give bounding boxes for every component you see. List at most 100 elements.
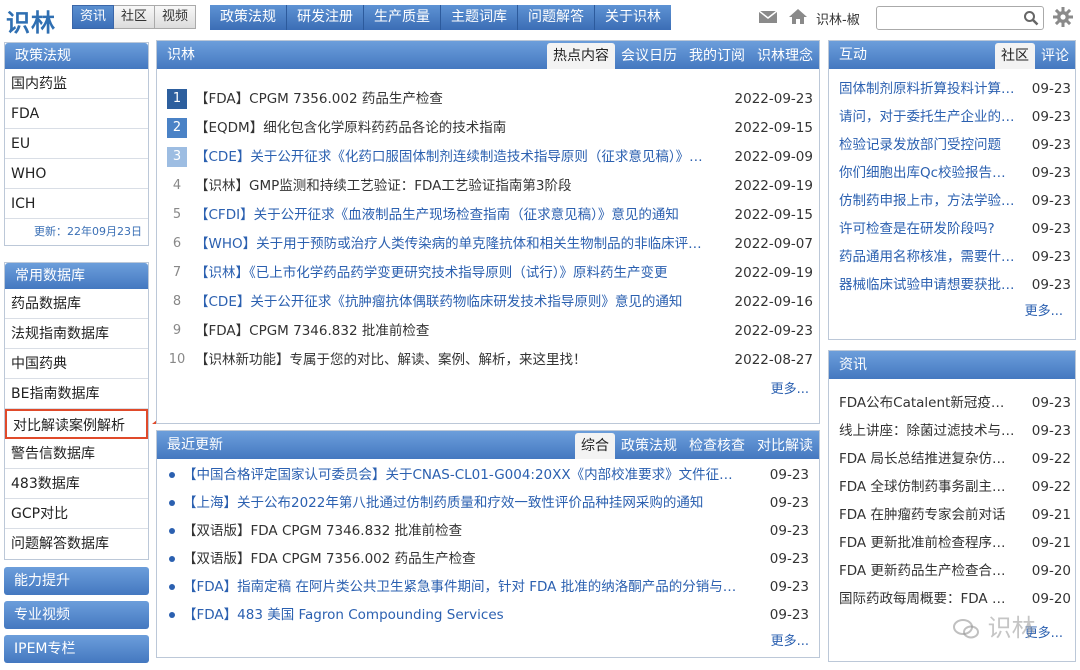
list-item[interactable]: 【FDA】483 美国 Fagron Compounding Services 0… [169, 601, 809, 629]
list-item[interactable]: 【FDA】指南定稿 在阿片类公共卫生紧急事件期间，针对 FDA 批准的纳洛酮产品… [169, 573, 809, 601]
gear-icon[interactable] [1052, 6, 1074, 32]
item-title-link[interactable]: 【中国合格评定国家认可委员会】关于CNAS-CL01-G004:20XX《内部校… [183, 461, 745, 489]
list-item[interactable]: 许可检查是在研发阶段吗? 09-23 [839, 215, 1071, 243]
list-item[interactable]: 5 【CFDI】关于公开征求《血液制品生产现场检查指南（征求意见稿）》意见的通知 2… [167, 201, 813, 229]
tab-subscriptions[interactable]: 我的订阅 [683, 43, 751, 69]
item-title-link[interactable]: 【EQDM】细化包含化学原料药药品各论的技术指南 [195, 114, 715, 142]
item-title-link[interactable]: FDA 局长总结推进复杂仿制药 [839, 445, 1017, 473]
db-item-qa[interactable]: 问题解答数据库 [5, 529, 148, 559]
interact-more-link[interactable]: 更多... [1025, 300, 1063, 319]
item-title-link[interactable]: 仿制药申报上市，方法学验证问题 [839, 187, 1017, 215]
policy-item-domestic[interactable]: 国内药监 [5, 69, 148, 99]
section-tab-news[interactable]: 资讯 [72, 5, 115, 29]
list-item[interactable]: 4 【识林】GMP监测和持续工艺验证：FDA工艺验证指南第3阶段 2022-09-1… [167, 172, 813, 200]
section-tab-video[interactable]: 视频 [155, 5, 197, 29]
policy-item-who[interactable]: WHO [5, 159, 148, 189]
tab-overall[interactable]: 综合 [575, 433, 615, 459]
item-title-link[interactable]: 【WHO】关于用于预防或治疗人类传染病的单克隆抗体和相关生物制品的非临床评价指南 [195, 230, 715, 258]
db-item-be-guidance[interactable]: BE指南数据库 [5, 379, 148, 409]
db-item-pharmacopoeia[interactable]: 中国药典 [5, 349, 148, 379]
item-title-link[interactable]: 【FDA】CPGM 7356.002 药品生产检查 [195, 85, 715, 113]
item-title-link[interactable]: 器械临床试验申请想要获批要多久 [839, 271, 1017, 299]
tab-community[interactable]: 社区 [995, 43, 1035, 69]
list-item[interactable]: 2 【EQDM】细化包含化学原料药药品各论的技术指南 2022-09-15 [167, 114, 813, 142]
nav-thesaurus[interactable]: 主题词库 [441, 5, 518, 30]
item-title-link[interactable]: 【CDE】关于公开征求《抗肿瘤抗体偶联药物临床研发技术指导原则》意见的通知 [195, 288, 715, 316]
recent-more-link[interactable]: 更多... [771, 630, 809, 649]
video-button[interactable]: 专业视频 [4, 601, 149, 629]
list-item[interactable]: 9 【FDA】CPGM 7346.832 批准前检查 2022-09-23 [167, 317, 813, 345]
item-title-link[interactable]: 你们细胞出库Qc校验报告怎么出 [839, 159, 1017, 187]
list-item[interactable]: FDA 全球仿制药事务副主任离任 09-22 [839, 473, 1071, 501]
policy-item-fda[interactable]: FDA [5, 99, 148, 129]
tab-hot[interactable]: 热点内容 [547, 43, 615, 69]
user-name[interactable]: 识林-椒 [816, 9, 860, 28]
list-item[interactable]: FDA 更新批准前检查程序指南 09-21 [839, 529, 1071, 557]
item-title-link[interactable]: FDA 更新药品生产检查合规程序 [839, 557, 1017, 585]
item-title-link[interactable]: FDA 全球仿制药事务副主任离任 [839, 473, 1017, 501]
home-icon[interactable] [788, 8, 808, 29]
section-tab-community[interactable]: 社区 [114, 5, 156, 29]
list-item[interactable]: 【双语版】FDA CPGM 7346.832 批准前检查 09-23 [169, 517, 809, 545]
policy-item-ich[interactable]: ICH [5, 189, 148, 219]
item-title-link[interactable]: 【CDE】关于公开征求《化药口服固体制剂连续制造技术指导原则（征求意见稿）》意见… [195, 143, 715, 171]
tab-comments[interactable]: 评论 [1035, 43, 1075, 69]
shilin-more-link[interactable]: 更多... [771, 378, 809, 397]
item-title-link[interactable]: 请问，对于委托生产企业的要求 [839, 103, 1017, 131]
list-item[interactable]: 药品通用名称核准，需要什么材料 09-23 [839, 243, 1071, 271]
tab-calendar[interactable]: 会议日历 [615, 43, 683, 69]
db-item-guidelines[interactable]: 法规指南数据库 [5, 319, 148, 349]
item-title-link[interactable]: 【识林】GMP监测和持续工艺验证：FDA工艺验证指南第3阶段 [195, 172, 715, 200]
item-title-link[interactable]: 线上讲座：除菌过滤技术与实践 [839, 417, 1017, 445]
item-title-link[interactable]: 【双语版】FDA CPGM 7346.832 批准前检查 [183, 517, 745, 545]
item-title-link[interactable]: 【双语版】FDA CPGM 7356.002 药品生产检查 [183, 545, 745, 573]
list-item[interactable]: 7 【识林】《已上市化学药品药学变更研究技术指导原则（试行）》原料药生产变更 202… [167, 259, 813, 287]
item-title-link[interactable]: 【FDA】483 美国 Fagron Compounding Services [183, 601, 745, 629]
list-item[interactable]: 你们细胞出库Qc校验报告怎么出 09-23 [839, 159, 1071, 187]
item-title-link[interactable]: 【识林新功能】专属于您的对比、解读、案例、解析，来这里找！ [195, 346, 715, 374]
item-title-link[interactable]: 【上海】关于公布2022年第八批通过仿制药质量和疗效一致性评价品种挂网采购的通知 [183, 489, 745, 517]
list-item[interactable]: 【上海】关于公布2022年第八批通过仿制药质量和疗效一致性评价品种挂网采购的通知… [169, 489, 809, 517]
item-title-link[interactable]: 【CFDI】关于公开征求《血液制品生产现场检查指南（征求意见稿）》意见的通知 [195, 201, 715, 229]
policy-item-eu[interactable]: EU [5, 129, 148, 159]
nav-policy[interactable]: 政策法规 [210, 5, 287, 30]
list-item[interactable]: 器械临床试验申请想要获批要多久 09-23 [839, 271, 1071, 299]
list-item[interactable]: 10 【识林新功能】专属于您的对比、解读、案例、解析，来这里找！ 2022-08-2… [167, 346, 813, 374]
list-item[interactable]: FDA 更新药品生产检查合规程序 09-20 [839, 557, 1071, 585]
item-title-link[interactable]: 【FDA】指南定稿 在阿片类公共卫生紧急事件期间，针对 FDA 批准的纳洛酮产品… [183, 573, 745, 601]
db-item-gcp[interactable]: GCP对比 [5, 499, 148, 529]
item-title-link[interactable]: 【FDA】CPGM 7346.832 批准前检查 [195, 317, 715, 345]
item-title-link[interactable]: FDA 在肿瘤药专家会前对话 [839, 501, 1017, 529]
item-title-link[interactable]: 固体制剂原料折算投料计算问题 [839, 75, 1017, 103]
item-title-link[interactable]: 药品通用名称核准，需要什么材料 [839, 243, 1017, 271]
item-title-link[interactable]: 许可检查是在研发阶段吗? [839, 215, 1017, 243]
list-item[interactable]: 1 【FDA】CPGM 7356.002 药品生产检查 2022-09-23 [167, 85, 813, 113]
search-input[interactable] [876, 6, 1044, 30]
nav-production-quality[interactable]: 生产质量 [364, 5, 441, 30]
list-item[interactable]: 8 【CDE】关于公开征求《抗肿瘤抗体偶联药物临床研发技术指导原则》意见的通知 20… [167, 288, 813, 316]
item-title-link[interactable]: 【识林】《已上市化学药品药学变更研究技术指导原则（试行）》原料药生产变更 [195, 259, 715, 287]
list-item[interactable]: 6 【WHO】关于用于预防或治疗人类传染病的单克隆抗体和相关生物制品的非临床评价指… [167, 230, 813, 258]
list-item[interactable]: 仿制药申报上市，方法学验证问题 09-23 [839, 187, 1071, 215]
db-item-warning-letters[interactable]: 警告信数据库 [5, 439, 148, 469]
list-item[interactable]: 检验记录发放部门受控问题 09-23 [839, 131, 1071, 159]
list-item[interactable]: 请问，对于委托生产企业的要求 09-23 [839, 103, 1071, 131]
list-item[interactable]: FDA公布Catalent新冠疫苗工厂483 09-23 [839, 389, 1071, 417]
ipem-button[interactable]: IPEM专栏 [4, 635, 149, 663]
item-title-link[interactable]: 检验记录发放部门受控问题 [839, 131, 1017, 159]
site-logo[interactable]: 识林 [6, 3, 56, 38]
list-item[interactable]: 【双语版】FDA CPGM 7356.002 药品生产检查 09-23 [169, 545, 809, 573]
list-item[interactable]: FDA 在肿瘤药专家会前对话 09-21 [839, 501, 1071, 529]
tab-policy[interactable]: 政策法规 [615, 433, 683, 459]
nav-about[interactable]: 关于识林 [595, 5, 671, 30]
tab-inspection[interactable]: 检查核查 [683, 433, 751, 459]
ability-button[interactable]: 能力提升 [4, 567, 149, 595]
item-title-link[interactable]: FDA公布Catalent新冠疫苗工厂483 [839, 389, 1017, 417]
db-item-483[interactable]: 483数据库 [5, 469, 148, 499]
nav-rd-registration[interactable]: 研发注册 [287, 5, 364, 30]
list-item[interactable]: 【中国合格评定国家认可委员会】关于CNAS-CL01-G004:20XX《内部校… [169, 461, 809, 489]
list-item[interactable]: FDA 局长总结推进复杂仿制药 09-22 [839, 445, 1071, 473]
tab-comparison[interactable]: 对比解读 [751, 433, 819, 459]
list-item[interactable]: 固体制剂原料折算投料计算问题 09-23 [839, 75, 1071, 103]
db-item-comparison-cases[interactable]: 对比解读案例解析 [5, 409, 148, 439]
